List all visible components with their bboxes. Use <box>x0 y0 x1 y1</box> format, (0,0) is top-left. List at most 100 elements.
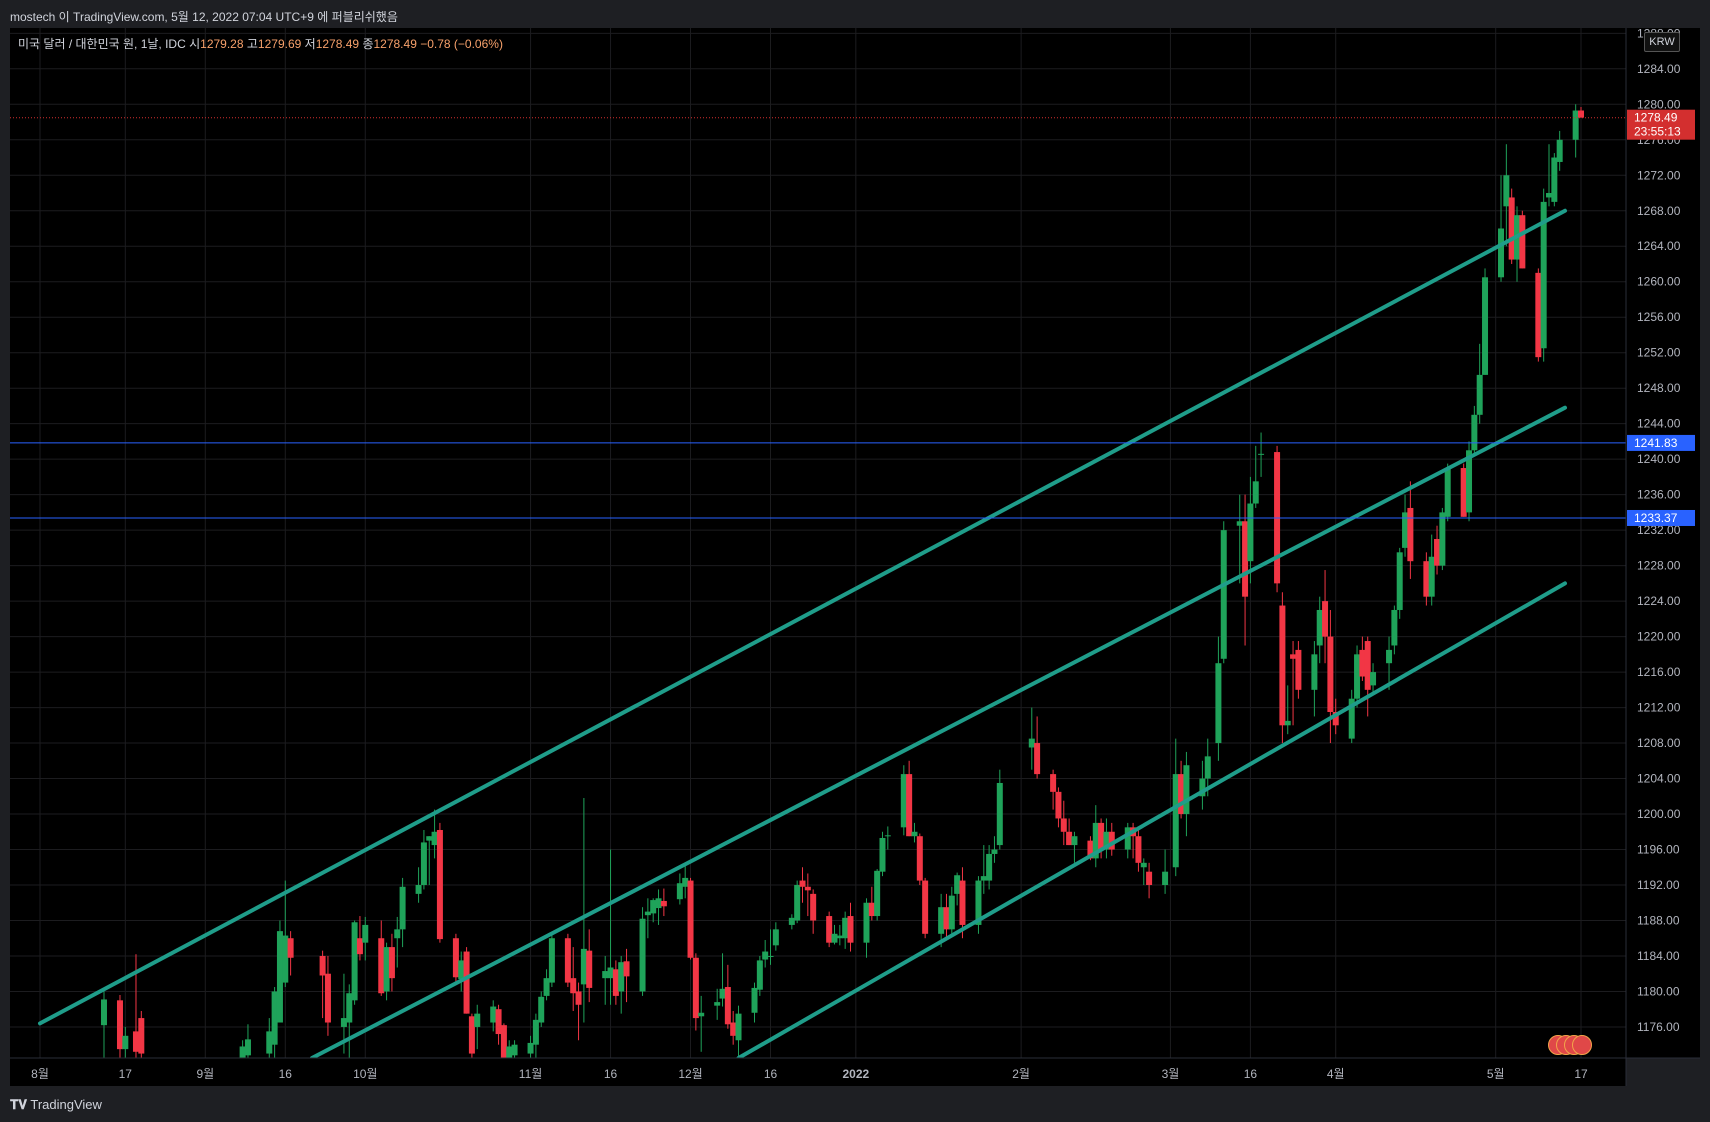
y-tick-label: 1228.00 <box>1637 559 1681 573</box>
y-tick-label: 1184.00 <box>1637 949 1680 963</box>
candle-body <box>1215 663 1222 744</box>
last-price-label: 1278.49 <box>1634 111 1678 125</box>
candle-body <box>586 950 593 988</box>
candle-body <box>1071 836 1078 846</box>
candle-body <box>735 1013 742 1041</box>
candle-body <box>1556 139 1563 162</box>
y-tick-label: 1236.00 <box>1637 488 1681 502</box>
candle-body <box>1423 561 1430 597</box>
candle-body <box>831 933 838 943</box>
y-tick-label: 1196.00 <box>1637 843 1680 857</box>
y-tick-label: 1252.00 <box>1637 346 1681 360</box>
candle-body <box>660 900 667 907</box>
y-tick-label: 1248.00 <box>1637 381 1681 395</box>
x-tick-label: 2022 <box>842 1067 869 1081</box>
candle-body <box>1066 831 1073 846</box>
candle-body <box>575 991 582 1005</box>
close-value: 1278.49 <box>373 37 417 51</box>
candle-body <box>650 900 657 914</box>
candle-body <box>500 1025 507 1058</box>
level-label: 1233.37 <box>1634 511 1678 525</box>
candle-body <box>1535 272 1542 358</box>
y-tick-label: 1260.00 <box>1637 275 1681 289</box>
candle-body <box>122 1035 129 1050</box>
candle-body <box>468 1016 475 1054</box>
candle-body <box>714 1002 721 1006</box>
candle-body <box>319 955 326 976</box>
x-tick-label: 16 <box>1244 1067 1258 1081</box>
candle-body <box>948 895 955 930</box>
candle-body <box>1572 110 1579 140</box>
candle-body <box>676 883 683 900</box>
candle-body <box>388 947 395 979</box>
candle-body <box>1247 503 1254 562</box>
candle-body <box>612 969 619 996</box>
candle-body <box>1359 649 1366 677</box>
candle-body <box>1391 609 1398 646</box>
candle-body <box>1258 453 1265 455</box>
candle-body <box>548 938 555 983</box>
candle-body <box>1316 609 1323 646</box>
candle-body <box>863 902 870 943</box>
candle-body <box>639 918 646 992</box>
y-tick-label: 1256.00 <box>1637 310 1681 324</box>
candle-body <box>532 1019 539 1045</box>
x-tick-label: 9월 <box>196 1067 214 1081</box>
open-label: 시 <box>189 37 201 51</box>
us-flag-icon[interactable] <box>1572 1035 1592 1055</box>
candle-body <box>116 1000 123 1050</box>
candle-body <box>692 957 699 1019</box>
candle-body <box>394 929 401 939</box>
candle-body <box>399 886 406 930</box>
candle-body <box>906 774 913 837</box>
candle-body <box>607 967 614 979</box>
candle-body <box>842 917 849 939</box>
candle-body <box>1476 374 1483 415</box>
candle-body <box>1204 756 1211 779</box>
tradingview-logo[interactable]: 𝐓𝐕 TradingView <box>10 1097 102 1113</box>
candle-body <box>132 1031 139 1052</box>
candle-body <box>1252 481 1259 504</box>
candle-body <box>1322 601 1329 637</box>
y-tick-label: 1264.00 <box>1637 239 1681 253</box>
candle-body <box>458 960 465 980</box>
candle-body <box>991 849 998 854</box>
candle-body <box>1482 277 1489 375</box>
candle-body <box>436 829 443 940</box>
events-flags[interactable] <box>1548 1035 1592 1055</box>
price-chart[interactable]: 1176.00 1180.00 1184.00 1188.00 1192.00 1196.… <box>0 0 1710 1122</box>
candle-body <box>356 938 363 955</box>
level-label: 1241.83 <box>1634 436 1678 450</box>
y-tick-label: 1176.00 <box>1637 1020 1680 1034</box>
candle-body <box>911 831 918 837</box>
x-tick-label: 4월 <box>1327 1067 1345 1081</box>
candle-body <box>719 988 726 999</box>
x-tick-label: 11월 <box>519 1067 543 1081</box>
candle-body <box>1407 507 1414 562</box>
candle-body <box>1551 157 1558 202</box>
candle-body <box>239 1046 246 1058</box>
x-tick-label: 17 <box>1574 1067 1588 1081</box>
candle-body <box>1028 738 1035 748</box>
candle-body <box>271 991 278 1045</box>
candle-body <box>799 880 806 887</box>
y-tick-label: 1204.00 <box>1637 772 1681 786</box>
candle-body <box>618 962 625 992</box>
candle-body <box>772 929 779 946</box>
candle-body <box>527 1042 534 1054</box>
candle-body <box>682 877 689 887</box>
high-value: 1279.69 <box>257 37 302 51</box>
candle-body <box>346 993 353 1023</box>
y-tick-label: 1244.00 <box>1637 417 1681 431</box>
candle-body <box>282 935 289 983</box>
candle-body <box>1135 836 1142 863</box>
candle-body <box>1546 193 1553 198</box>
x-tick-label: 16 <box>764 1067 778 1081</box>
candle-body <box>996 782 1003 846</box>
candle-body <box>804 886 811 891</box>
candle-body <box>794 885 801 921</box>
candle-body <box>362 924 369 943</box>
currency-button[interactable]: KRW <box>1644 32 1680 52</box>
countdown-label: 23:55:13 <box>1634 125 1681 139</box>
y-tick-label: 1216.00 <box>1637 665 1681 679</box>
